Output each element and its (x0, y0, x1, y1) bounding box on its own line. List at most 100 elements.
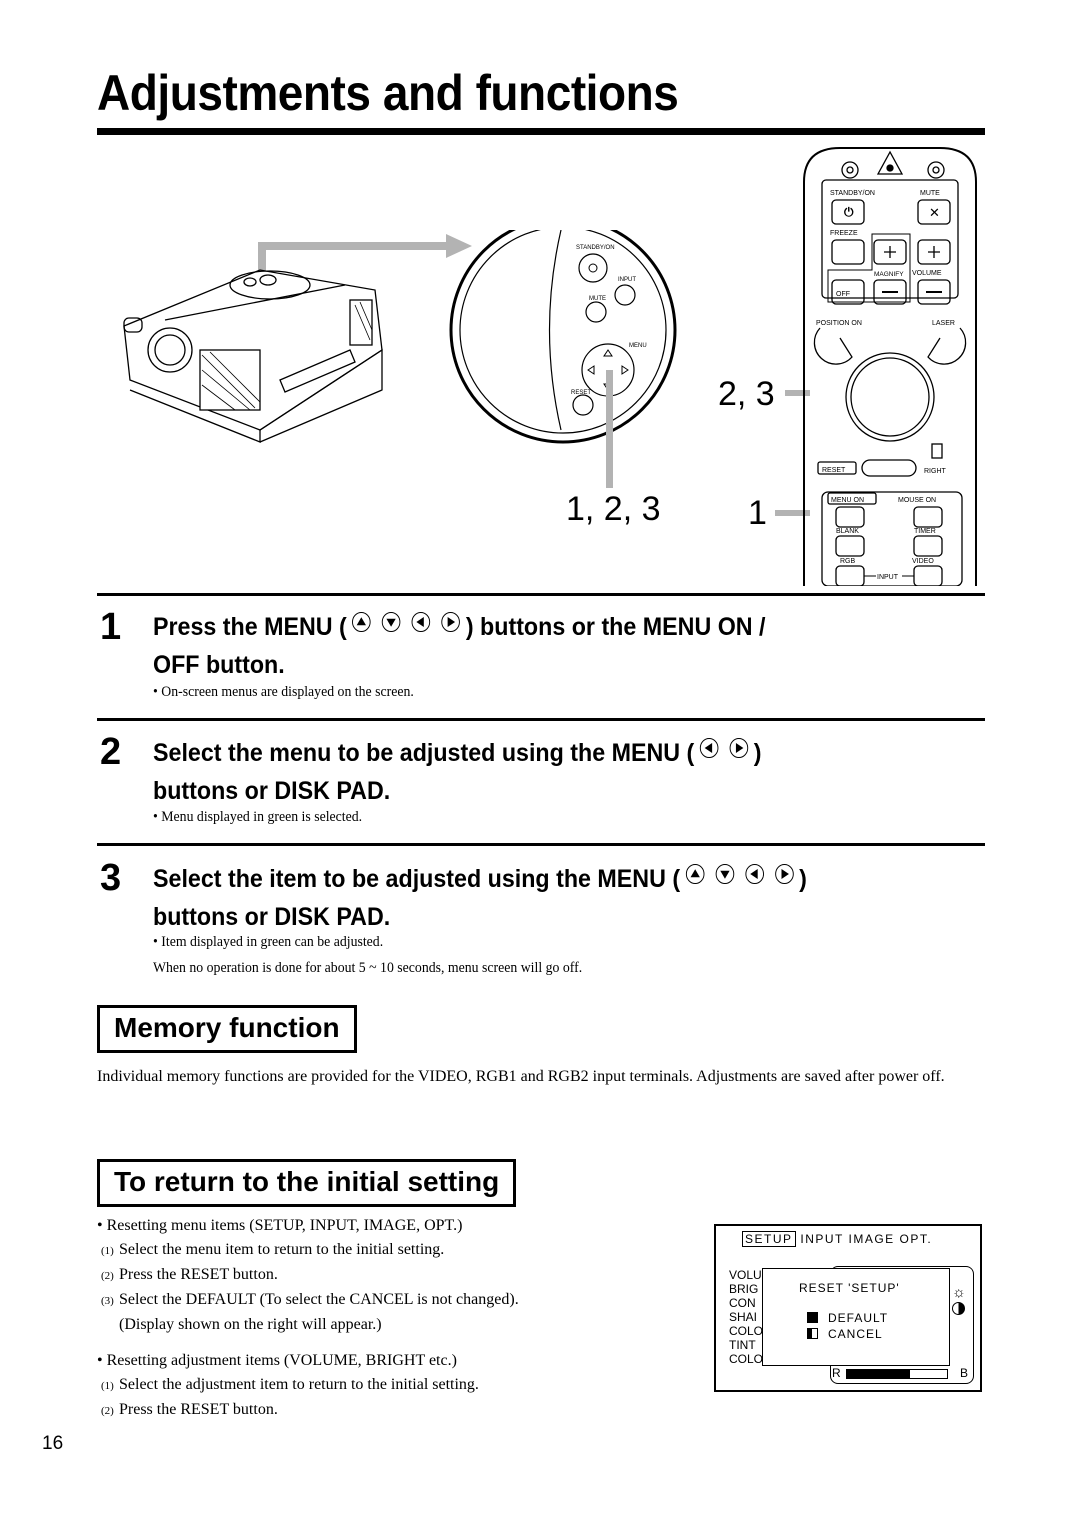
right-click-button (861, 459, 917, 477)
remote-control-figure: ⏻ ✕ OFF STANDBY/ON MUTE FREEZE MAGNIFY V… (803, 147, 977, 586)
reset-menu-items-bullet: • Resetting menu items (SETUP, INPUT, IM… (97, 1217, 463, 1234)
remote-blank-label: BLANK (836, 528, 859, 535)
reset-section-heading: To return to the initial setting (97, 1159, 517, 1207)
panel-input-label: INPUT (618, 277, 636, 283)
menu-right-icon (729, 738, 749, 758)
timer-button (913, 535, 943, 557)
remote-video-label: VIDEO (912, 558, 934, 565)
memory-function-body: Individual memory functions are provided… (97, 1068, 945, 1085)
laser-button (927, 327, 967, 365)
rgb-button (835, 565, 865, 586)
step3-number: 3 (100, 857, 122, 899)
remote-right-label: RIGHT (924, 468, 947, 475)
step2-rule (97, 718, 985, 721)
mouse-on-button (913, 506, 943, 528)
remote-menu-on-label: MENU ON (831, 497, 864, 504)
reset-step-extra: (Display shown on the right will appear.… (119, 1316, 382, 1333)
remote-position-label: POSITION ON (816, 320, 862, 327)
remote-mouse-on-label: MOUSE ON (898, 497, 936, 504)
svg-text:✕: ✕ (929, 205, 940, 220)
menu-up-icon (352, 612, 371, 632)
position-on-button (813, 327, 853, 365)
osd-tab-opt: OPT. (899, 1232, 933, 1246)
osd-tab-setup: SETUP (742, 1231, 796, 1247)
remote-standby-label: STANDBY/ON (830, 190, 875, 197)
menu-right-icon (441, 612, 461, 632)
reset-instructions: • Resetting menu items (SETUP, INPUT, IM… (97, 1214, 519, 1423)
reset-step: (1) Select the menu item to return to the… (101, 1241, 445, 1258)
reset-dialog-title: RESET 'SETUP' (799, 1281, 900, 1295)
reset-step: (1) Select the adjustment item to return … (101, 1376, 479, 1393)
panel-standby-label: STANDBY/ON (576, 245, 615, 251)
callout-label-23: 2, 3 (718, 375, 775, 413)
step2-heading: Select the menu to be adjusted using the… (153, 738, 762, 805)
color-bal-fill (847, 1370, 910, 1378)
remote-timer-label: TIMER (914, 528, 936, 535)
step1-rule (97, 593, 985, 596)
menu-right-icon (774, 864, 794, 884)
remote-mute-label: MUTE (920, 190, 940, 197)
step1-number: 1 (100, 606, 122, 648)
memory-function-heading: Memory function (97, 1005, 357, 1053)
remote-rgb-label: RGB (840, 558, 856, 565)
menu-down-icon (715, 864, 735, 884)
step3-note-2: When no operation is done for about 5 ~ … (153, 960, 583, 976)
reset-step: (2) Press the RESET button. (101, 1266, 278, 1283)
step2-number: 2 (100, 731, 122, 773)
osd-tab-input: INPUT (800, 1232, 844, 1246)
remote-off-label: OFF (836, 291, 850, 298)
reset-adjustment-items-bullet: • Resetting adjustment items (VOLUME, BR… (97, 1352, 457, 1369)
projector-icon (123, 269, 383, 443)
menu-down-icon (382, 612, 401, 632)
panel-reset-label: RESET (571, 390, 591, 396)
menu-left-icon (745, 864, 764, 884)
panel-mute-label: MUTE (589, 296, 606, 302)
mouse-icon (931, 443, 943, 459)
color-bal-b-label: B (960, 1366, 969, 1380)
selected-square-icon (807, 1312, 818, 1323)
half-square-icon (807, 1328, 818, 1339)
option-default: DEFAULT (807, 1311, 888, 1325)
reset-step: (3) Select the DEFAULT (To select the CAN… (101, 1291, 519, 1308)
video-button (913, 565, 943, 586)
pointer-arrow-head (446, 234, 472, 258)
remote-input-label: INPUT (877, 574, 899, 581)
freeze-button (831, 239, 865, 265)
remote-laser-label: LASER (932, 320, 955, 327)
osd-tabs: SETUP INPUT IMAGE OPT. (742, 1231, 933, 1247)
svg-text:⏻: ⏻ (844, 205, 854, 219)
osd-tab-image: IMAGE (848, 1232, 895, 1246)
title-rule (97, 128, 985, 135)
contrast-icon (952, 1302, 965, 1315)
panel-menu-label: MENU (629, 343, 647, 349)
reset-dialog: RESET 'SETUP' DEFAULT CANCEL (762, 1268, 950, 1366)
menu-on-button (835, 506, 865, 528)
remote-freeze-label: FREEZE (830, 230, 858, 237)
callout-label-123: 1, 2, 3 (566, 490, 661, 528)
reset-step: (2) Press the RESET button. (101, 1401, 278, 1418)
brightness-icon: ☼ (952, 1284, 966, 1301)
blank-button (835, 535, 865, 557)
page-number: 16 (42, 1433, 64, 1454)
control-panel-icon (449, 230, 677, 444)
color-bal-r-label: R (832, 1366, 841, 1380)
disk-pad (845, 352, 935, 442)
step2-note: • Menu displayed in green is selected. (153, 809, 363, 825)
step3-note-1: • Item displayed in green can be adjuste… (153, 934, 384, 950)
menu-up-icon (685, 864, 705, 884)
remote-magnify-label: MAGNIFY (874, 271, 904, 278)
projector-figure: STANDBY/ON INPUT MUTE MENU RESET (123, 230, 810, 516)
color-bal-bar (846, 1369, 948, 1379)
callout-label-1: 1 (748, 494, 767, 532)
callout-leader-123 (606, 370, 613, 488)
step3-heading: Select the item to be adjusted using the… (153, 864, 807, 931)
menu-left-icon (699, 738, 719, 758)
osd-reset-screen: SETUP INPUT IMAGE OPT. VOLU BRIG CON SHA… (714, 1224, 982, 1392)
step1-note: • On-screen menus are displayed on the s… (153, 684, 414, 700)
menu-left-icon (411, 612, 431, 632)
remote-volume-label: VOLUME (912, 270, 942, 277)
option-cancel: CANCEL (807, 1327, 883, 1341)
step1-heading: Press the MENU () buttons or the MENU ON… (153, 612, 766, 679)
page-title: Adjustments and functions (97, 65, 679, 121)
remote-reset-label: RESET (822, 467, 846, 474)
